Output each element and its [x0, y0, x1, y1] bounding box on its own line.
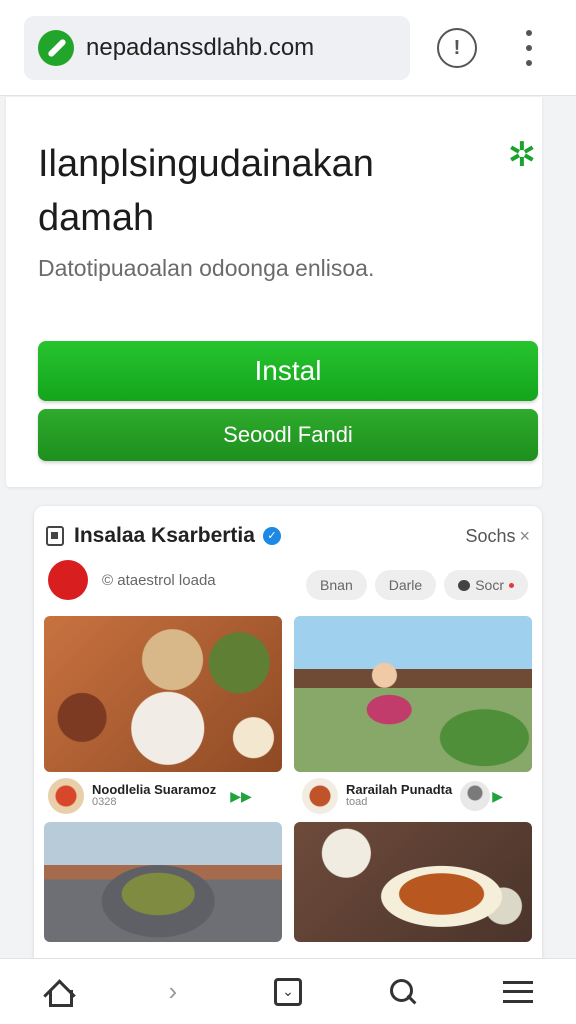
- chip-group: Bnan Darle Socr: [306, 570, 528, 600]
- forward-button[interactable]: ›: [151, 970, 195, 1014]
- forward-icon: ›: [168, 976, 178, 1006]
- bottom-navigation: › ⌄: [0, 958, 576, 1024]
- verified-check-icon: ✓: [262, 527, 281, 545]
- close-icon[interactable]: ×: [519, 526, 530, 546]
- caption-title: Noodlelia Suaramoz: [92, 782, 217, 797]
- install-title: Ilanplsingudainakan damah: [38, 143, 374, 239]
- tabs-icon: ⌄: [273, 977, 302, 1006]
- avatar: [460, 781, 491, 811]
- caption-sub: 0328: [92, 796, 117, 808]
- avatar: [48, 778, 84, 814]
- install-button[interactable]: Instal: [38, 341, 538, 401]
- settings-badge-icon: ✲: [507, 136, 537, 174]
- home-icon: [45, 979, 73, 1007]
- secondary-button[interactable]: Seoodl Fandi: [38, 409, 538, 461]
- double-arrow-icon[interactable]: ▶▶: [230, 788, 252, 805]
- brand-subtitle-text: ataestrol loada: [117, 571, 216, 589]
- arrow-icon[interactable]: ▶: [492, 788, 503, 805]
- search-icon: [389, 978, 417, 1006]
- site-favicon-icon: [38, 30, 74, 66]
- feed-card-action-label: Sochs: [465, 526, 516, 546]
- caption-text: Noodlelia Suaramoz 0328: [92, 783, 216, 809]
- install-description: Datotipuaoalan odoonga enlisoa.: [38, 255, 375, 281]
- info-icon[interactable]: !: [437, 28, 477, 68]
- chip-1[interactable]: Bnan: [306, 570, 367, 600]
- feed-card-header: Insalaa Ksarbertia ✓: [46, 524, 281, 548]
- food-image-tile-4[interactable]: [294, 822, 532, 942]
- search-button[interactable]: [381, 970, 425, 1014]
- chip-2[interactable]: Darle: [374, 570, 437, 600]
- chip-3-label: Socr: [475, 577, 504, 593]
- tile-caption-2[interactable]: Rarailah Punadta toad ▶: [302, 778, 503, 814]
- address-bar[interactable]: nepadanssdlahb.com: [24, 16, 410, 80]
- url-text[interactable]: nepadanssdlahb.com: [86, 34, 314, 62]
- brand-row: © ataestrol loada: [48, 560, 216, 600]
- chat-icon: [458, 579, 471, 591]
- page-icon: [46, 526, 64, 546]
- food-image-tile-1[interactable]: [44, 616, 282, 772]
- tabs-button[interactable]: ⌄: [266, 970, 310, 1014]
- food-image-tile-3[interactable]: [44, 822, 282, 942]
- notification-dot: [509, 582, 514, 588]
- chip-3[interactable]: Socr: [444, 570, 528, 600]
- caption-text: Rarailah Punadta toad: [346, 783, 452, 809]
- caption-title: Rarailah Punadta: [346, 782, 453, 797]
- more-vert-icon[interactable]: [518, 30, 540, 66]
- caption-sub: toad: [346, 796, 368, 808]
- browser-toolbar: nepadanssdlahb.com !: [0, 0, 576, 96]
- feed-card: Insalaa Ksarbertia ✓ Sochs × © ataestrol …: [34, 506, 542, 966]
- feed-card-title: Insalaa Ksarbertia: [74, 524, 255, 547]
- hamburger-menu-icon: [503, 980, 534, 1003]
- feed-card-action[interactable]: Sochs ×: [465, 526, 530, 547]
- avatar: [302, 778, 338, 814]
- home-button[interactable]: [36, 970, 80, 1014]
- brand-subtitle: © ataestrol loada: [102, 571, 216, 589]
- tile-caption-1[interactable]: Noodlelia Suaramoz 0328 ▶▶: [48, 778, 252, 814]
- install-prompt-card: Ilanplsingudainakan damah ✲ Datotipuaoal…: [6, 97, 542, 487]
- food-image-tile-2[interactable]: [294, 616, 532, 772]
- menu-button[interactable]: [496, 970, 540, 1014]
- brand-logo[interactable]: [48, 560, 88, 600]
